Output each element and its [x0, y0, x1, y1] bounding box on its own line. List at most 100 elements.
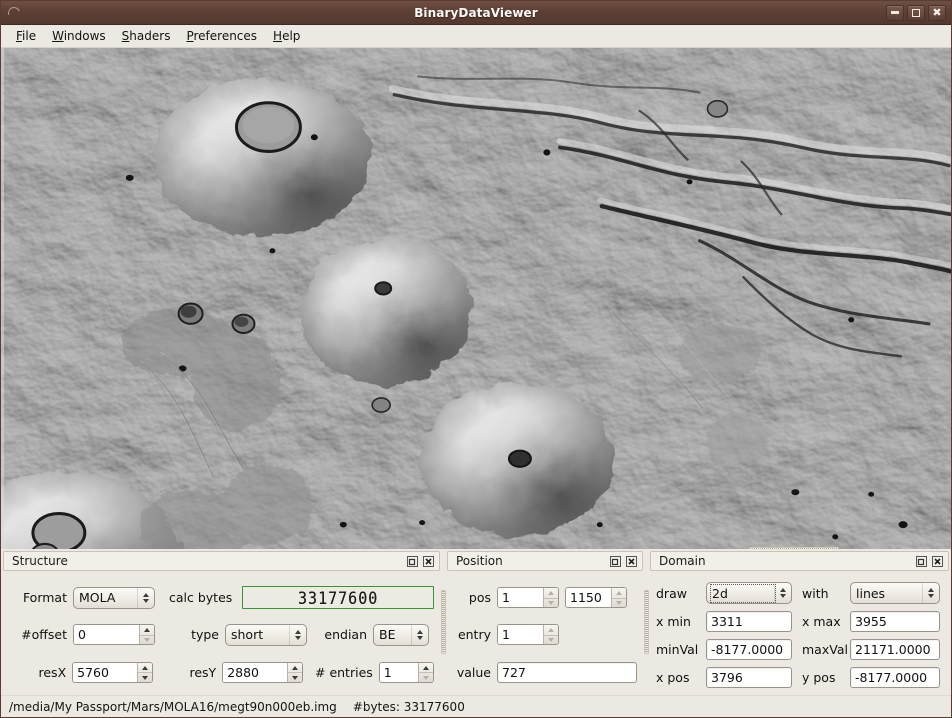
value-field[interactable]: 727 [497, 662, 637, 683]
resx-spinbox[interactable]: 5760 [72, 662, 153, 683]
menubar: File Windows Shaders Preferences Help [1, 25, 951, 47]
entry-spinbox[interactable]: 1 [497, 624, 559, 645]
minval-field[interactable]: -8177.0000 [706, 639, 792, 660]
position-row-pos: pos 1 1150 [453, 585, 637, 611]
with-label: with [802, 586, 844, 601]
app-icon-wrap [1, 7, 27, 19]
chevron-updown-icon [922, 583, 936, 603]
type-value: short [231, 627, 289, 642]
resy-spinbox[interactable]: 2880 [222, 662, 303, 683]
undock-icon[interactable] [406, 555, 419, 568]
ypos-field[interactable]: -8177.0000 [850, 667, 940, 688]
structure-row-offset: #offset 0 type short [9, 622, 434, 648]
draw-combobox[interactable]: 2d [706, 582, 792, 604]
entries-step-down[interactable] [419, 672, 433, 682]
vertical-splitter-handle[interactable] [441, 590, 446, 654]
undock-icon[interactable] [915, 555, 928, 568]
minimize-button[interactable] [886, 5, 904, 21]
entry-step-down[interactable] [544, 635, 558, 645]
pos-y-step-down[interactable] [612, 598, 626, 608]
xpos-field[interactable]: 3796 [706, 667, 792, 688]
pos-y-step-up[interactable] [612, 588, 626, 598]
maximize-icon [912, 9, 920, 17]
position-title-bar[interactable]: Position [447, 551, 643, 571]
offset-value: 0 [74, 625, 139, 644]
domain-title: Domain [659, 554, 912, 568]
domain-row-draw: draw 2d with lines [656, 580, 943, 606]
endian-combobox[interactable]: BE [373, 624, 429, 646]
calc-bytes-label: calc bytes [169, 590, 232, 605]
offset-stepper[interactable] [139, 625, 154, 644]
entries-value: 1 [380, 663, 418, 682]
undock-icon[interactable] [609, 555, 622, 568]
menu-item-preferences[interactable]: Preferences [181, 27, 268, 45]
pos-label: pos [453, 590, 491, 605]
pos-y-stepper[interactable] [611, 588, 626, 607]
type-label: type [167, 627, 219, 642]
caldera-upper-left [237, 103, 301, 152]
data-image-viewport[interactable] [1, 47, 951, 549]
offset-step-down[interactable] [140, 635, 154, 645]
window-titlebar[interactable]: BinaryDataViewer ✖ [1, 1, 951, 25]
structure-title-bar[interactable]: Structure [3, 551, 440, 571]
position-row-value: value 727 [453, 659, 637, 685]
offset-step-up[interactable] [140, 625, 154, 635]
offset-spinbox[interactable]: 0 [73, 624, 155, 645]
resy-step-down[interactable] [288, 672, 302, 682]
pos-y-spinbox[interactable]: 1150 [565, 587, 627, 608]
resx-step-up[interactable] [138, 663, 152, 673]
caldera-middle [375, 282, 391, 294]
entries-step-up[interactable] [419, 663, 433, 673]
domain-title-bar[interactable]: Domain [650, 551, 949, 571]
pos-x-stepper[interactable] [543, 588, 558, 607]
entry-step-up[interactable] [544, 625, 558, 635]
menu-item-shaders[interactable]: Shaders [117, 27, 182, 45]
resy-step-up[interactable] [288, 663, 302, 673]
structure-title: Structure [12, 554, 403, 568]
with-combobox[interactable]: lines [850, 582, 940, 604]
application-window: BinaryDataViewer ✖ File Windows Shaders … [0, 0, 952, 718]
close-icon[interactable] [931, 555, 944, 568]
endian-value: BE [379, 627, 411, 642]
menu-item-windows[interactable]: Windows [47, 27, 117, 45]
format-combobox[interactable]: MOLA [73, 587, 155, 609]
draw-value: 2d [712, 586, 774, 601]
chevron-updown-icon [411, 625, 425, 645]
position-body: pos 1 1150 [447, 571, 643, 695]
menu-item-file[interactable]: File [11, 27, 47, 45]
resy-stepper[interactable] [287, 663, 302, 682]
resx-stepper[interactable] [137, 663, 152, 682]
minimize-icon [891, 11, 899, 14]
pos-x-value: 1 [498, 588, 543, 607]
ypos-value: -8177.0000 [855, 670, 927, 685]
type-combobox[interactable]: short [225, 624, 307, 646]
close-button[interactable]: ✖ [928, 5, 946, 21]
resx-step-down[interactable] [138, 672, 152, 682]
xmin-value: 3311 [711, 614, 743, 629]
entries-stepper[interactable] [418, 663, 433, 682]
maxval-field[interactable]: 21171.0000 [850, 639, 940, 660]
offset-label: #offset [9, 627, 67, 642]
panel-position: Position pos [447, 549, 643, 695]
close-icon[interactable] [625, 555, 638, 568]
vertical-splitter-handle[interactable] [644, 590, 649, 654]
xmax-label: x max [802, 614, 844, 629]
pos-x-spinbox[interactable]: 1 [497, 587, 559, 608]
with-value: lines [856, 586, 922, 601]
entries-label: # entries [315, 665, 373, 680]
maximize-button[interactable] [907, 5, 925, 21]
menu-item-help[interactable]: Help [268, 27, 311, 45]
splitter-structure-position[interactable] [440, 549, 447, 695]
maxval-label: maxVal [802, 642, 844, 657]
pos-x-step-down[interactable] [544, 598, 558, 608]
xmax-field[interactable]: 3955 [850, 611, 940, 632]
entry-stepper[interactable] [543, 625, 558, 644]
splitter-position-domain[interactable] [643, 549, 650, 695]
close-icon[interactable] [422, 555, 435, 568]
entry-label: entry [453, 627, 491, 642]
entry-value: 1 [498, 625, 543, 644]
xmin-field[interactable]: 3311 [706, 611, 792, 632]
entries-spinbox[interactable]: 1 [379, 662, 434, 683]
minval-label: minVal [656, 642, 700, 657]
pos-x-step-up[interactable] [544, 588, 558, 598]
